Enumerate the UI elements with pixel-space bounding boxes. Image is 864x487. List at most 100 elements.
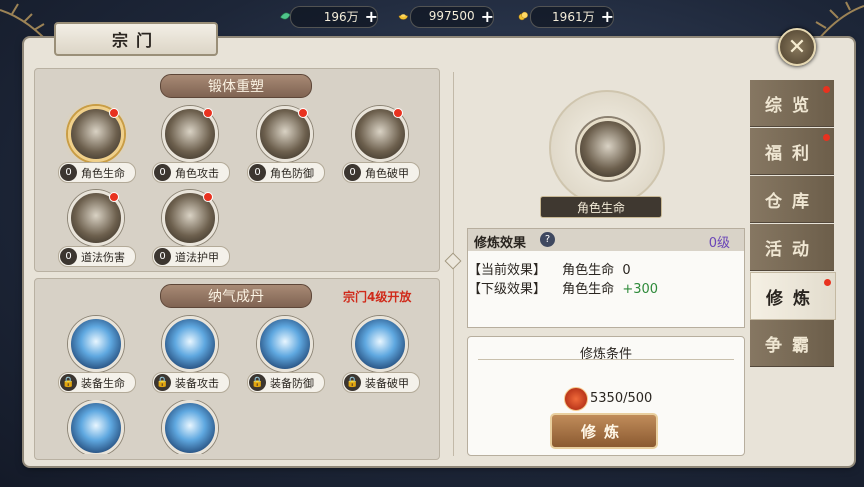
red-dot-icon xyxy=(823,134,830,141)
skill-level: 0 xyxy=(60,248,77,265)
section-title-text: 纳气成丹 xyxy=(208,289,264,305)
skill-partial[interactable] xyxy=(56,400,134,454)
gold-ingot-icon xyxy=(398,14,408,20)
tab-label: 争霸 xyxy=(765,335,819,356)
red-dot-icon xyxy=(823,86,830,93)
coin-icon xyxy=(518,11,528,21)
tab-contest[interactable]: 争霸 xyxy=(750,320,834,367)
cultivate-button[interactable]: 修炼 xyxy=(550,413,658,449)
close-icon: ✕ xyxy=(787,34,807,60)
skill-role-pierce[interactable]: 0 角色破甲 xyxy=(340,106,420,186)
red-dot-icon xyxy=(109,192,119,202)
skill-label: 🔒 装备防御 xyxy=(247,372,325,393)
skill-name: 装备防御 xyxy=(270,376,314,390)
resource-count: 5350/500 xyxy=(590,391,653,406)
window-title-tab: 宗门 xyxy=(54,22,218,56)
skill-equip-hp[interactable]: 🔒 装备生命 xyxy=(56,316,136,396)
condition-panel: 修炼条件 5350/500 修炼 xyxy=(467,336,745,456)
skill-label: 🔒 装备生命 xyxy=(58,372,136,393)
lock-icon: 🔒 xyxy=(249,374,266,391)
tab-warehouse[interactable]: 仓库 xyxy=(750,176,834,223)
selected-skill-icon xyxy=(577,118,639,180)
tab-label: 修炼 xyxy=(766,288,820,309)
currency-value: 997500 xyxy=(428,9,475,23)
skill-name: 角色生命 xyxy=(81,166,125,180)
help-icon[interactable]: ? xyxy=(540,232,555,247)
tab-welfare[interactable]: 福利 xyxy=(750,128,834,175)
skill-level: 0 xyxy=(154,248,171,265)
add-coin-button[interactable]: + xyxy=(601,7,614,26)
skill-name: 角色破甲 xyxy=(365,166,409,180)
next-effect-row: 【下级效果】 角色生命 +300 xyxy=(468,278,658,297)
currency-jade: 196万 + xyxy=(278,4,378,28)
tab-label: 福利 xyxy=(765,143,819,164)
currency-gold: 997500 + xyxy=(398,4,494,28)
skill-label: 0 角色破甲 xyxy=(342,162,420,183)
section-title-text: 锻体重塑 xyxy=(208,79,264,95)
skill-level: 0 xyxy=(60,164,77,181)
effect-level: 0级 xyxy=(708,236,730,251)
effect-header: 修炼效果 ? 0级 xyxy=(468,229,744,251)
tab-overview[interactable]: 综览 xyxy=(750,80,834,127)
jade-icon xyxy=(280,12,291,20)
next-effect-attr: 角色生命 xyxy=(562,282,615,297)
skill-equip-pierce[interactable]: 🔒 装备破甲 xyxy=(340,316,420,396)
tab-cultivation[interactable]: 修炼 xyxy=(750,272,836,320)
selected-skill-name: 角色生命 xyxy=(540,196,662,218)
currency-coin: 1961万 + xyxy=(518,4,614,28)
currency-value: 196万 xyxy=(323,9,359,24)
skill-name: 道法护甲 xyxy=(175,250,219,264)
add-gold-button[interactable]: + xyxy=(481,7,494,26)
skill-icon xyxy=(68,316,124,372)
red-dot-icon xyxy=(203,192,213,202)
skill-equip-defense[interactable]: 🔒 装备防御 xyxy=(245,316,325,396)
tab-label: 综览 xyxy=(765,95,819,116)
skill-level: 0 xyxy=(154,164,171,181)
lock-icon: 🔒 xyxy=(60,374,77,391)
skill-level: 0 xyxy=(344,164,361,181)
skill-icon xyxy=(162,400,218,454)
selected-skill-frame xyxy=(549,90,665,206)
tab-label: 仓库 xyxy=(765,191,819,212)
next-effect-label: 【下级效果】 xyxy=(468,282,547,297)
skill-role-hp[interactable]: 0 角色生命 xyxy=(56,106,136,186)
window-title: 宗门 xyxy=(111,31,160,50)
tab-activity[interactable]: 活动 xyxy=(750,224,834,271)
current-effect-row: 【当前效果】 角色生命 0 xyxy=(468,259,631,278)
next-effect-value: +300 xyxy=(622,282,659,297)
red-dot-icon xyxy=(203,108,213,118)
skill-name: 角色防御 xyxy=(270,166,314,180)
skill-name: 装备破甲 xyxy=(365,376,409,390)
section-title-qi: 纳气成丹 xyxy=(160,284,312,308)
currency-value: 1961万 xyxy=(552,9,595,24)
red-dot-icon xyxy=(298,108,308,118)
skill-level: 0 xyxy=(249,164,266,181)
skill-dao-damage[interactable]: 0 道法伤害 xyxy=(56,190,136,270)
close-button[interactable]: ✕ xyxy=(778,28,816,66)
skill-role-defense[interactable]: 0 角色防御 xyxy=(245,106,325,186)
elixir-icon xyxy=(564,387,588,411)
effect-title: 修炼效果 xyxy=(474,236,527,251)
add-jade-button[interactable]: + xyxy=(365,7,378,26)
divider xyxy=(478,359,734,360)
skill-label: 0 道法伤害 xyxy=(58,246,136,267)
skill-equip-attack[interactable]: 🔒 装备攻击 xyxy=(150,316,230,396)
skill-role-attack[interactable]: 0 角色攻击 xyxy=(150,106,230,186)
skill-partial[interactable] xyxy=(150,400,228,454)
red-dot-icon xyxy=(824,279,831,286)
tab-label: 活动 xyxy=(765,239,819,260)
skill-label: 🔒 装备攻击 xyxy=(152,372,230,393)
lock-icon: 🔒 xyxy=(154,374,171,391)
current-effect-value: 0 xyxy=(622,263,631,278)
effect-panel: 修炼效果 ? 0级 【当前效果】 角色生命 0 【下级效果】 角色生命 +300 xyxy=(467,228,745,328)
skill-name: 道法伤害 xyxy=(81,250,125,264)
skill-icon xyxy=(352,316,408,372)
skill-label: 0 角色生命 xyxy=(58,162,136,183)
skill-dao-armor[interactable]: 0 道法护甲 xyxy=(150,190,230,270)
skill-icon xyxy=(257,316,313,372)
red-dot-icon xyxy=(109,108,119,118)
skill-label: 0 角色攻击 xyxy=(152,162,230,183)
current-effect-label: 【当前效果】 xyxy=(468,263,547,278)
skill-name: 角色攻击 xyxy=(175,166,219,180)
skill-name: 装备攻击 xyxy=(175,376,219,390)
